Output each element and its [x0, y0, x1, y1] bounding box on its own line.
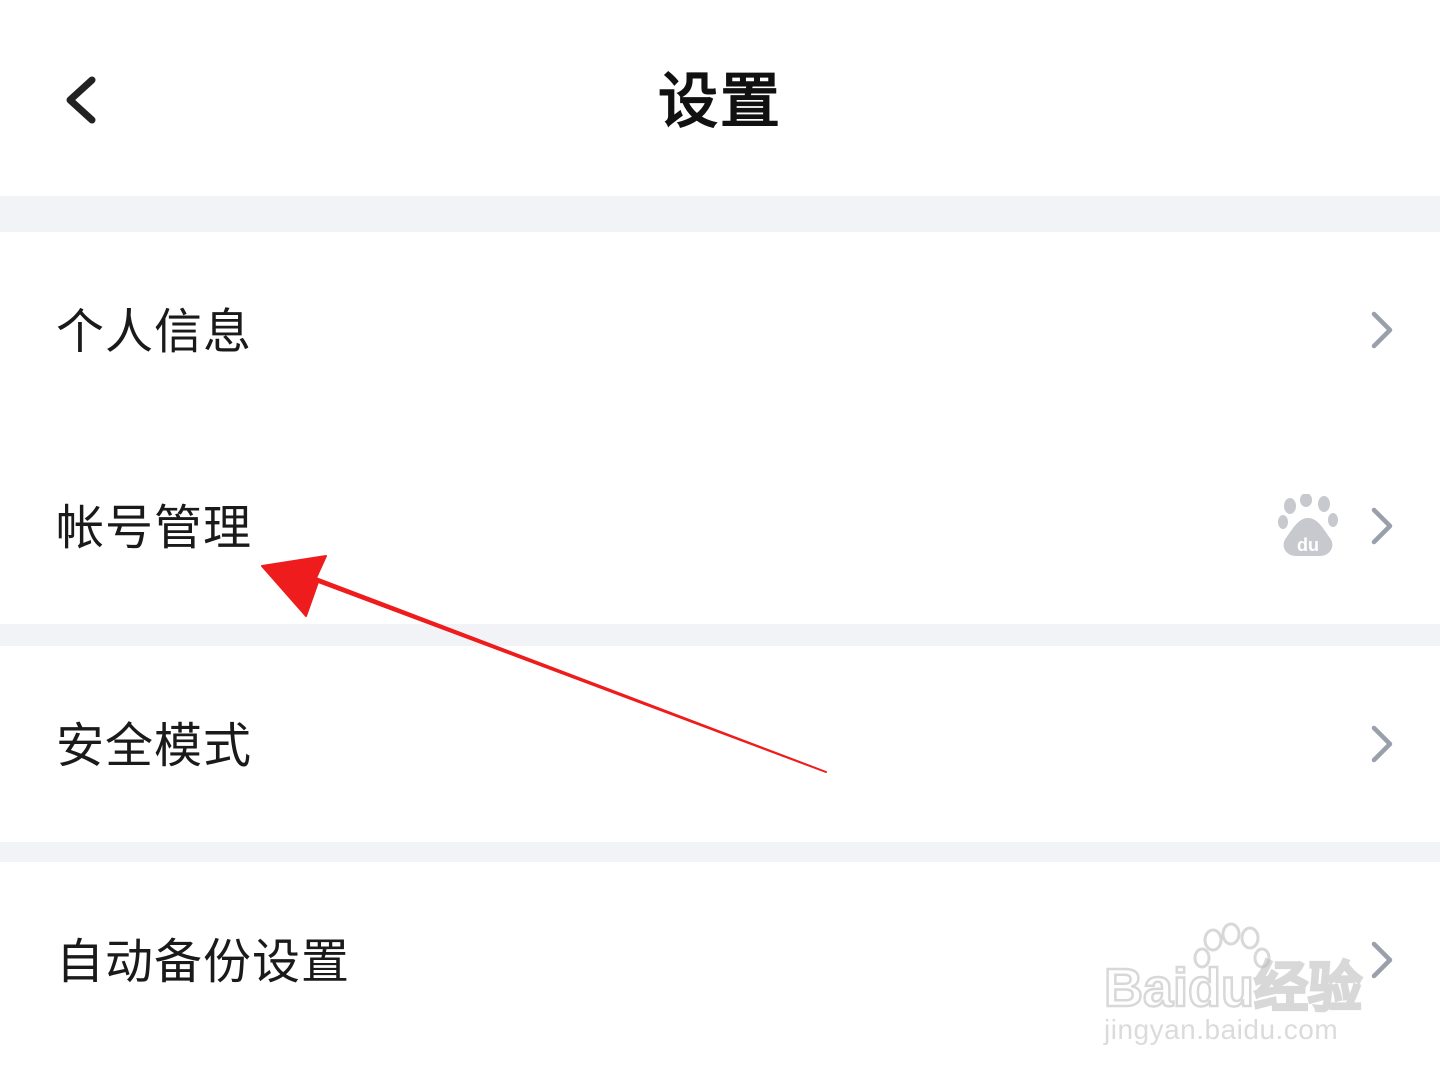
baidu-paw-icon: du [1278, 494, 1338, 556]
settings-item-label: 安全模式 [56, 718, 253, 774]
watermark-url: jingyan.baidu.com [1104, 1014, 1339, 1045]
chevron-right-icon [1371, 311, 1393, 349]
page-title: 设置 [658, 67, 782, 137]
settings-item-label: 帐号管理 [56, 500, 253, 556]
settings-item-label: 自动备份设置 [56, 934, 351, 990]
svg-text:du: du [1297, 535, 1319, 555]
section-separator [0, 624, 1440, 646]
chevron-right-icon [1371, 941, 1393, 979]
chevron-right-icon [1371, 725, 1393, 763]
chevron-right-icon [1371, 507, 1393, 545]
section-separator [0, 196, 1440, 232]
section-separator [0, 842, 1440, 862]
settings-item-personal-info[interactable]: 个人信息 [0, 232, 1440, 428]
settings-item-auto-backup[interactable]: 自动备份设置 [0, 862, 1440, 1080]
top-bar: 设置 [0, 0, 1440, 196]
settings-item-safe-mode[interactable]: 安全模式 [0, 646, 1440, 842]
settings-item-account-management[interactable]: 帐号管理 du [0, 428, 1440, 624]
settings-item-label: 个人信息 [56, 304, 253, 360]
settings-screen: 设置 个人信息 帐号管理 du 安全模式 自动备份设置 Baidu经验 jing… [0, 0, 1440, 1080]
